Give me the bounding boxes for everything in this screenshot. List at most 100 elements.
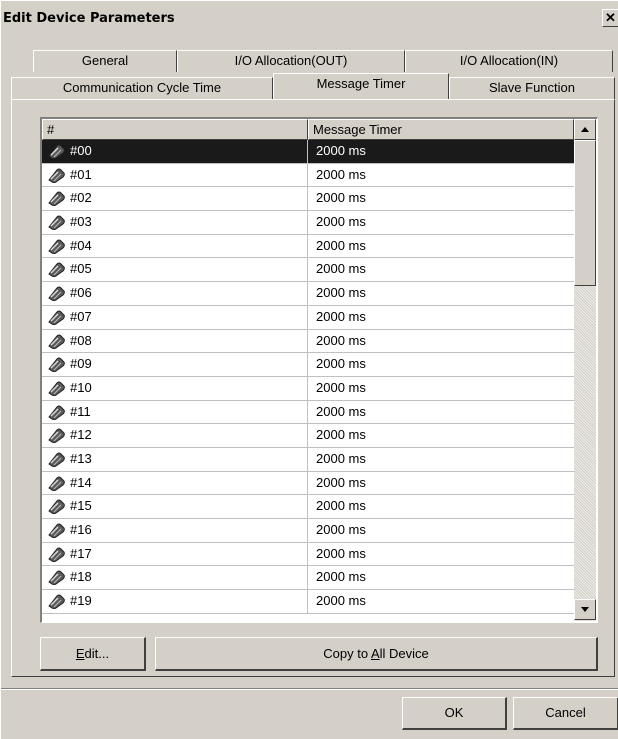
device-cell[interactable]: #18 [42, 566, 308, 590]
table-row[interactable]: #00 2000 ms [42, 140, 574, 164]
device-number: #00 [70, 143, 92, 158]
table-row[interactable]: #11 2000 ms [42, 400, 574, 425]
device-cell[interactable]: #10 [42, 376, 308, 400]
device-icon [46, 214, 68, 231]
device-cell[interactable]: #09 [42, 353, 308, 376]
tab-general[interactable]: General [33, 50, 177, 72]
column-header-message-timer[interactable]: Message Timer [308, 119, 574, 140]
device-cell[interactable]: #02 [42, 187, 308, 211]
device-cell[interactable]: #19 [42, 590, 308, 613]
device-cell[interactable]: #14 [42, 471, 308, 495]
device-cell[interactable]: #06 [42, 282, 308, 305]
table-row[interactable]: #15 2000 ms [42, 495, 574, 519]
edit-label: dit... [84, 646, 110, 661]
tab-io-allocation-in[interactable]: I/O Allocation(IN) [405, 50, 613, 72]
scroll-down-button[interactable] [574, 599, 596, 620]
copy-mnemonic: A [370, 646, 380, 661]
message-timer-cell[interactable]: 2000 ms [308, 235, 574, 258]
device-cell[interactable]: #17 [42, 542, 308, 566]
close-button[interactable]: ✕ [602, 9, 618, 27]
message-timer-cell[interactable]: 2000 ms [308, 187, 574, 210]
ok-button[interactable]: OK [402, 697, 507, 730]
message-timer-cell[interactable]: 2000 ms [308, 566, 574, 589]
device-cell[interactable]: #04 [42, 234, 308, 258]
message-timer-cell[interactable]: 2000 ms [308, 543, 574, 566]
device-number: #18 [70, 569, 92, 585]
message-timer-cell[interactable]: 2000 ms [308, 306, 574, 329]
message-timer-cell[interactable]: 2000 ms [308, 519, 574, 542]
message-timer-cell[interactable]: 2000 ms [308, 330, 574, 353]
device-icon [46, 404, 68, 420]
table-row[interactable]: #03 2000 ms [42, 211, 574, 235]
message-timer-cell[interactable]: 2000 ms [308, 448, 574, 471]
tab-slave-function[interactable]: Slave Function [449, 77, 615, 99]
device-cell[interactable]: #12 [42, 424, 308, 447]
message-timer-cell[interactable]: 2000 ms [308, 258, 574, 281]
message-timer-cell[interactable]: 2000 ms [308, 377, 574, 400]
title-bar[interactable]: Edit Device Parameters ✕ [1, 7, 618, 29]
table-row[interactable]: #05 2000 ms [42, 258, 574, 283]
device-icon [46, 451, 68, 467]
table-row[interactable]: #13 2000 ms [42, 447, 574, 472]
table-row[interactable]: #09 2000 ms [42, 353, 574, 377]
scroll-thumb[interactable] [574, 140, 596, 286]
table-row[interactable]: #12 2000 ms [42, 424, 574, 448]
device-number: #02 [70, 190, 92, 206]
message-timer-cell[interactable]: 2000 ms [308, 353, 574, 376]
column-header-number[interactable]: # [42, 119, 308, 140]
tab-io-allocation-out[interactable]: I/O Allocation(OUT) [177, 50, 405, 72]
message-timer-cell[interactable]: 2000 ms [308, 401, 574, 424]
device-icon [46, 167, 68, 183]
message-timer-cell[interactable]: 2000 ms [308, 211, 574, 234]
edit-button[interactable]: Edit... [40, 637, 146, 671]
device-cell[interactable]: #13 [42, 447, 308, 471]
device-cell[interactable]: #00 [42, 140, 308, 163]
table-row[interactable]: #17 2000 ms [42, 542, 574, 567]
device-cell[interactable]: #16 [42, 519, 308, 542]
device-number: #15 [70, 498, 92, 514]
device-icon [46, 569, 68, 586]
copy-label-before: Copy to [323, 646, 371, 661]
message-timer-cell[interactable]: 2000 ms [308, 590, 574, 613]
device-number: #19 [70, 593, 92, 609]
device-icon [46, 380, 68, 396]
message-timer-cell[interactable]: 2000 ms [308, 424, 574, 447]
footer-divider [1, 688, 618, 690]
device-cell[interactable]: #05 [42, 258, 308, 282]
device-cell[interactable]: #11 [42, 400, 308, 424]
table-row[interactable]: #07 2000 ms [42, 305, 574, 330]
table-row[interactable]: #18 2000 ms [42, 566, 574, 591]
device-cell[interactable]: #08 [42, 329, 308, 353]
device-cell[interactable]: #15 [42, 495, 308, 518]
tab-message-timer[interactable]: Message Timer [273, 73, 449, 99]
message-timer-cell[interactable]: 2000 ms [308, 282, 574, 305]
cancel-button[interactable]: Cancel [513, 697, 618, 730]
table-row[interactable]: #06 2000 ms [42, 282, 574, 306]
copy-to-all-device-button[interactable]: Copy to All Device [155, 637, 598, 671]
vertical-scrollbar[interactable] [574, 119, 596, 621]
device-number: #08 [70, 332, 92, 348]
table-row[interactable]: #01 2000 ms [42, 163, 574, 188]
message-timer-cell[interactable]: 2000 ms [308, 140, 574, 163]
table-row[interactable]: #19 2000 ms [42, 590, 574, 614]
device-cell[interactable]: #03 [42, 211, 308, 234]
tab-communication-cycle-time[interactable]: Communication Cycle Time [11, 77, 273, 99]
table-row[interactable]: #10 2000 ms [42, 376, 574, 401]
device-number: #05 [70, 261, 92, 277]
device-cell[interactable]: #07 [42, 305, 308, 329]
tab-label: I/O Allocation(OUT) [234, 53, 348, 68]
message-timer-cell[interactable]: 2000 ms [308, 472, 574, 495]
table-row[interactable]: #02 2000 ms [42, 187, 574, 212]
message-timer-cell[interactable]: 2000 ms [308, 495, 574, 518]
edit-device-parameters-dialog: Edit Device Parameters ✕ General I/O All… [0, 0, 618, 739]
device-number: #04 [70, 237, 92, 253]
tab-label: Communication Cycle Time [62, 80, 222, 95]
device-cell[interactable]: #01 [42, 163, 308, 187]
table-row[interactable]: #16 2000 ms [42, 519, 574, 543]
table-row[interactable]: #08 2000 ms [42, 329, 574, 354]
grid-rows: #00 2000 ms #01 2000 ms #02 2000 ms #03 2000 ms… [42, 140, 574, 614]
table-row[interactable]: #04 2000 ms [42, 234, 574, 259]
table-row[interactable]: #14 2000 ms [42, 471, 574, 496]
scroll-up-button[interactable] [574, 119, 596, 140]
message-timer-cell[interactable]: 2000 ms [308, 164, 574, 187]
